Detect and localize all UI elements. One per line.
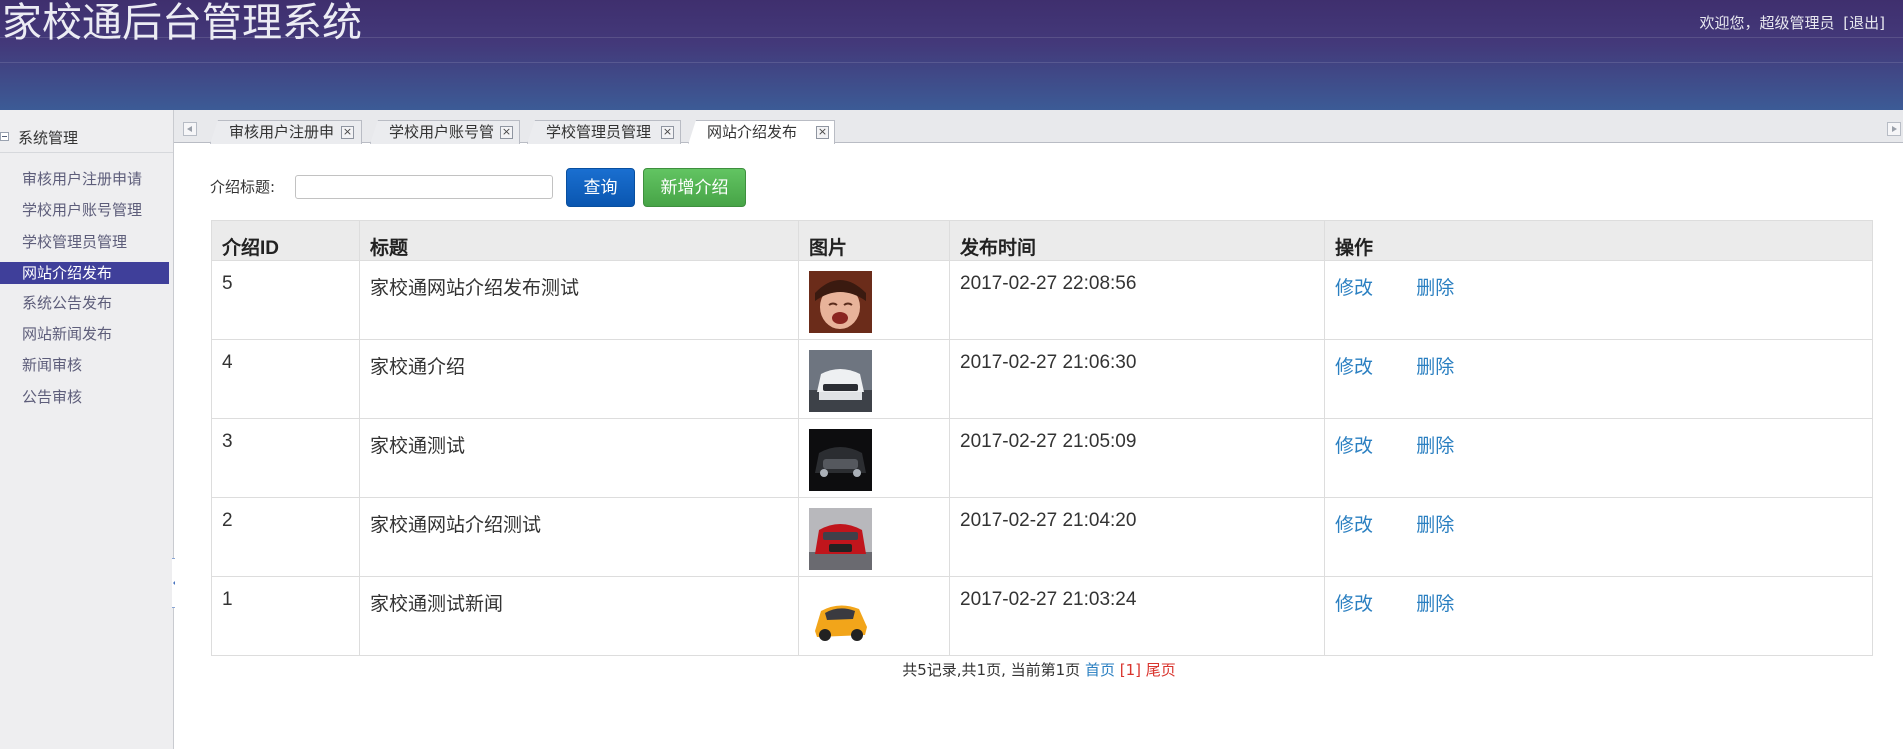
cell-actions: 修改 删除 (1324, 339, 1873, 419)
app-title: 家校通后台管理系统 (2, 0, 362, 46)
column-header-time: 发布时间 (949, 220, 1325, 261)
tab-school-admin[interactable]: 学校管理员管理 × (527, 120, 681, 144)
cell-publish-time: 2017-02-27 21:04:20 (949, 497, 1325, 577)
cell-image (798, 260, 950, 340)
cell-id: 2 (211, 497, 360, 577)
column-header-title: 标题 (359, 220, 799, 261)
last-page-link[interactable]: 尾页 (1146, 661, 1176, 679)
sidebar-item-site-news[interactable]: 网站新闻发布 (0, 319, 173, 350)
edit-link[interactable]: 修改 (1335, 278, 1373, 299)
column-header-image: 图片 (798, 220, 950, 261)
cell-publish-time: 2017-02-27 21:03:24 (949, 576, 1325, 656)
cell-actions: 修改 删除 (1324, 418, 1873, 498)
first-page-link[interactable]: 首页 (1085, 661, 1115, 679)
edit-link[interactable]: 修改 (1335, 436, 1373, 457)
sidebar-item-school-user-accounts[interactable]: 学校用户账号管理 (0, 195, 173, 226)
sidebar: 系统管理 审核用户注册申请 学校用户账号管理 学校管理员管理 网站介绍发布 系统… (0, 110, 174, 749)
sidebar-item-news-review[interactable]: 新闻审核 (0, 350, 173, 381)
sidebar-item-school-admin[interactable]: 学校管理员管理 (0, 227, 173, 258)
sidebar-item-system-notice[interactable]: 系统公告发布 (0, 288, 173, 319)
close-icon[interactable]: × (500, 126, 513, 139)
sidebar-menu: 审核用户注册申请 学校用户账号管理 学校管理员管理 网站介绍发布 系统公告发布 … (0, 164, 173, 413)
close-icon[interactable]: × (341, 126, 354, 139)
white-car-photo (809, 350, 872, 412)
delete-link[interactable]: 删除 (1416, 594, 1454, 615)
top-header: 家校通后台管理系统 欢迎您，超级管理员 [退出] (0, 0, 1903, 110)
edit-link[interactable]: 修改 (1335, 515, 1373, 536)
red-car-photo (809, 508, 872, 570)
table-row: 3 家校通测试 2017-02-27 21:05:09 修改 删除 (211, 418, 1873, 498)
close-icon[interactable]: × (661, 126, 674, 139)
delete-link[interactable]: 删除 (1416, 436, 1454, 457)
tab-label: 学校用户账号管 (389, 123, 495, 141)
cell-publish-time: 2017-02-27 21:06:30 (949, 339, 1325, 419)
cell-id: 4 (211, 339, 360, 419)
cell-image (798, 339, 950, 419)
cell-title: 家校通测试新闻 (359, 576, 799, 656)
edit-link[interactable]: 修改 (1335, 594, 1373, 615)
tab-audit-registration[interactable]: 审核用户注册申 × (210, 120, 362, 144)
header-band (0, 62, 1903, 63)
cell-actions: 修改 删除 (1324, 497, 1873, 577)
intro-table: 介绍ID 标题 图片 发布时间 操作 5 家校通网站介绍发布测试 2017-02… (211, 220, 1873, 656)
delete-link[interactable]: 删除 (1416, 515, 1454, 536)
crying-child-photo (809, 271, 872, 333)
table-row: 5 家校通网站介绍发布测试 2017-02-27 22:08:56 修改 删除 (211, 260, 1873, 340)
yellow-car-photo (809, 587, 872, 649)
tab-school-user-accounts[interactable]: 学校用户账号管 × (370, 120, 520, 144)
tab-site-intro[interactable]: 网站介绍发布 × (688, 120, 835, 145)
welcome-text: 欢迎您，超级管理员 (1699, 14, 1835, 32)
pagination-summary: 共5记录,共1页, 当前第1页 (902, 661, 1081, 679)
pagination: 共5记录,共1页, 当前第1页 首页 [1] 尾页 (175, 659, 1903, 680)
cell-publish-time: 2017-02-27 21:05:09 (949, 418, 1325, 498)
table-row: 2 家校通网站介绍测试 2017-02-27 21:04:20 修改 删除 (211, 497, 1873, 577)
sidebar-group-title[interactable]: 系统管理 (18, 127, 78, 148)
delete-link[interactable]: 删除 (1416, 278, 1454, 299)
tab-scroll-right-icon[interactable] (1887, 122, 1901, 136)
table-row: 4 家校通介绍 2017-02-27 21:06:30 修改 删除 (211, 339, 1873, 419)
cell-title: 家校通介绍 (359, 339, 799, 419)
collapse-icon[interactable] (0, 132, 9, 141)
current-page: [1] (1119, 661, 1141, 679)
cell-title: 家校通网站介绍发布测试 (359, 260, 799, 340)
edit-link[interactable]: 修改 (1335, 357, 1373, 378)
cell-id: 1 (211, 576, 360, 656)
tab-scroll-left-icon[interactable] (183, 122, 197, 136)
main-content: 介绍标题: 查询 新增介绍 介绍ID 标题 图片 发布时间 操作 5 家校通网站… (175, 144, 1903, 749)
column-header-id: 介绍ID (211, 220, 360, 261)
sidebar-item-audit-registration[interactable]: 审核用户注册申请 (0, 164, 173, 195)
delete-link[interactable]: 删除 (1416, 357, 1454, 378)
sidebar-item-site-intro[interactable]: 网站介绍发布 (0, 261, 169, 284)
search-label: 介绍标题: (210, 178, 276, 196)
cell-actions: 修改 删除 (1324, 576, 1873, 656)
logout-link[interactable]: [退出] (1843, 14, 1885, 32)
tab-label: 审核用户注册申 (229, 123, 335, 141)
cell-image (798, 497, 950, 577)
divider (0, 152, 173, 153)
cell-actions: 修改 删除 (1324, 260, 1873, 340)
tab-strip: 审核用户注册申 × 学校用户账号管 × 学校管理员管理 × 网站介绍发布 × (174, 110, 1903, 145)
cell-image (798, 576, 950, 656)
sidebar-item-notice-review[interactable]: 公告审核 (0, 382, 173, 413)
table-row: 1 家校通测试新闻 2017-02-27 21:03:24 修改 删除 (211, 576, 1873, 656)
cell-image (798, 418, 950, 498)
cell-publish-time: 2017-02-27 22:08:56 (949, 260, 1325, 340)
add-intro-button[interactable]: 新增介绍 (643, 168, 746, 207)
cell-title: 家校通测试 (359, 418, 799, 498)
close-icon[interactable]: × (816, 126, 829, 139)
welcome-area: 欢迎您，超级管理员 [退出] (1695, 12, 1885, 33)
cell-title: 家校通网站介绍测试 (359, 497, 799, 577)
query-button[interactable]: 查询 (566, 168, 635, 207)
cell-id: 5 (211, 260, 360, 340)
tab-label: 学校管理员管理 (546, 123, 652, 141)
title-search-input[interactable] (295, 175, 553, 199)
black-car-photo (809, 429, 872, 491)
tab-label: 网站介绍发布 (707, 123, 798, 141)
cell-id: 3 (211, 418, 360, 498)
column-header-actions: 操作 (1324, 220, 1873, 261)
table-header-row: 介绍ID 标题 图片 发布时间 操作 (211, 220, 1873, 261)
